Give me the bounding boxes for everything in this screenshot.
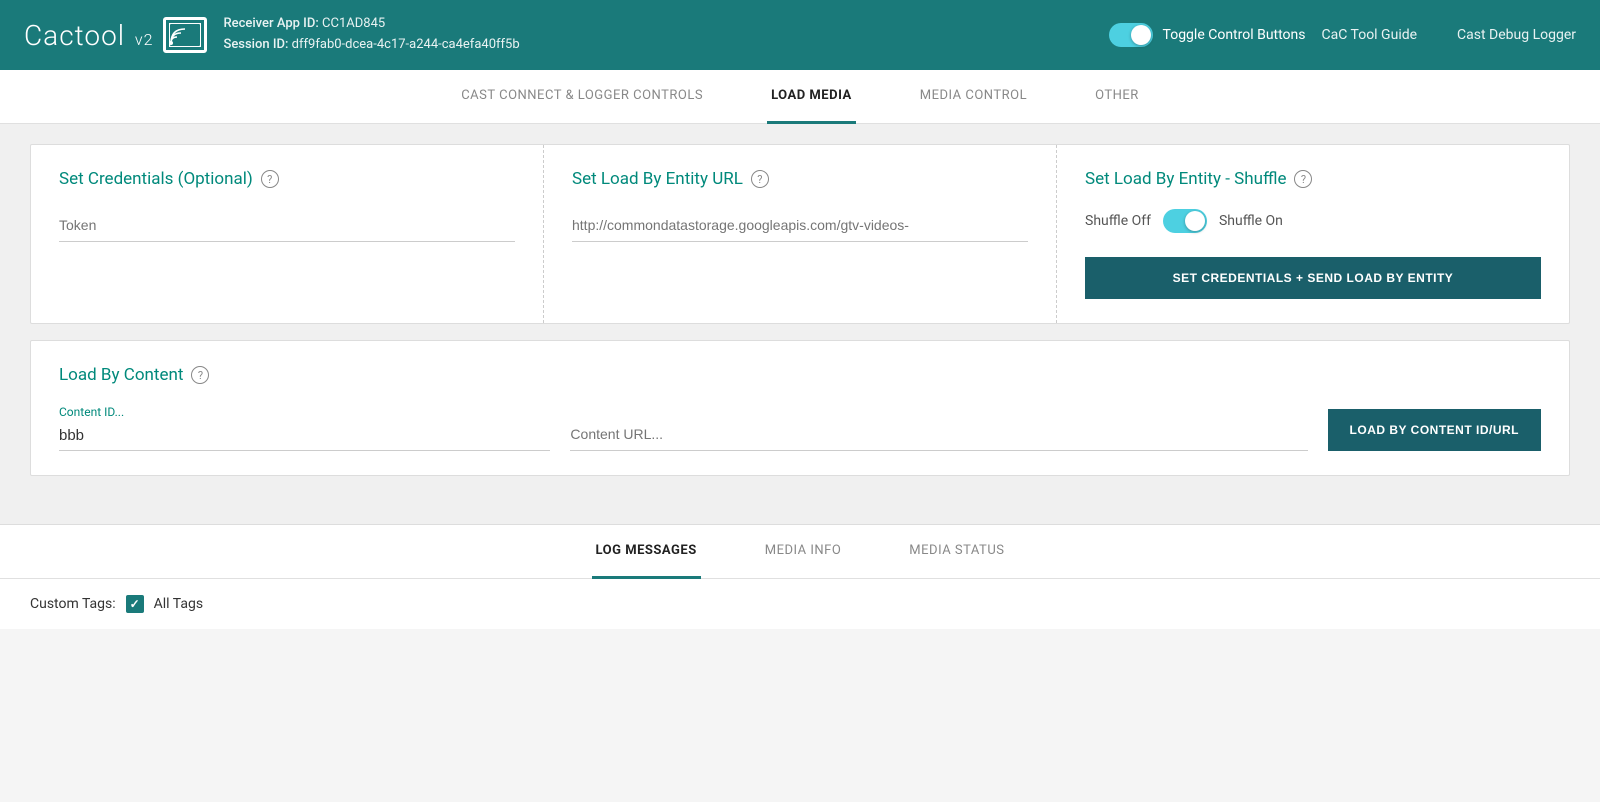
toggle-label: Toggle Control Buttons [1163, 27, 1306, 43]
tab-media-control[interactable]: MEDIA CONTROL [916, 70, 1031, 124]
set-credentials-send-load-button[interactable]: SET CREDENTIALS + SEND LOAD BY ENTITY [1085, 257, 1541, 299]
entity-url-help-icon[interactable]: ? [751, 170, 769, 188]
session-info: Receiver App ID: CC1AD845 Session ID: df… [223, 14, 1092, 56]
toggle-control-buttons[interactable] [1109, 23, 1153, 47]
entity-shuffle-panel: Set Load By Entity - Shuffle ? Shuffle O… [1057, 145, 1569, 323]
entity-url-input[interactable] [572, 209, 1028, 242]
content-id-group: Content ID... [59, 405, 550, 451]
entity-url-panel: Set Load By Entity URL ? [544, 145, 1057, 323]
all-tags-checkbox[interactable] [126, 595, 144, 613]
tab-other[interactable]: OTHER [1091, 70, 1143, 124]
tab-cast-connect[interactable]: CAST CONNECT & LOGGER CONTROLS [457, 70, 707, 124]
load-content-title: Load By Content ? [59, 365, 1541, 385]
token-input[interactable] [59, 209, 515, 242]
load-content-help-icon[interactable]: ? [191, 366, 209, 384]
shuffle-toggle[interactable] [1163, 209, 1207, 233]
entity-shuffle-help-icon[interactable]: ? [1294, 170, 1312, 188]
main-content: Set Credentials (Optional) ? Set Load By… [0, 124, 1600, 524]
tab-media-status[interactable]: MEDIA STATUS [905, 525, 1008, 579]
toggle-area: Toggle Control Buttons [1109, 23, 1306, 47]
entity-shuffle-title: Set Load By Entity - Shuffle ? [1085, 169, 1541, 189]
credentials-title: Set Credentials (Optional) ? [59, 169, 515, 189]
content-id-input[interactable] [59, 421, 550, 451]
tab-load-media[interactable]: LOAD MEDIA [767, 70, 856, 124]
shuffle-row: Shuffle Off Shuffle On [1085, 209, 1541, 233]
cast-debug-logger-link[interactable]: Cast Debug Logger [1457, 27, 1576, 43]
content-url-input[interactable] [570, 418, 1307, 451]
tab-log-messages[interactable]: LOG MESSAGES [592, 525, 701, 579]
header-links: CaC Tool Guide Cast Debug Logger [1322, 27, 1577, 43]
content-id-label: Content ID... [59, 405, 550, 419]
shuffle-off-label: Shuffle Off [1085, 213, 1151, 229]
header: Cactool v2 Receiver App ID: CC1AD845 Ses… [0, 0, 1600, 70]
credentials-help-icon[interactable]: ? [261, 170, 279, 188]
load-content-panel: Load By Content ? Content ID... LOAD BY … [30, 340, 1570, 476]
panels-row: Set Credentials (Optional) ? Set Load By… [30, 144, 1570, 324]
logo-area: Cactool v2 [24, 17, 207, 53]
credentials-panel: Set Credentials (Optional) ? [31, 145, 544, 323]
cast-icon [163, 17, 207, 53]
custom-tags-bar: Custom Tags: All Tags [0, 579, 1600, 629]
nav-tabs: CAST CONNECT & LOGGER CONTROLS LOAD MEDI… [0, 70, 1600, 124]
shuffle-on-label: Shuffle On [1219, 213, 1283, 229]
bottom-tabs: LOG MESSAGES MEDIA INFO MEDIA STATUS [0, 525, 1600, 579]
load-row: Content ID... LOAD BY CONTENT ID/URL [59, 405, 1541, 451]
cac-tool-guide-link[interactable]: CaC Tool Guide [1322, 27, 1418, 43]
logo-text: Cactool v2 [24, 19, 153, 52]
custom-tags-label: Custom Tags: [30, 596, 116, 612]
tab-media-info[interactable]: MEDIA INFO [761, 525, 846, 579]
load-by-content-button[interactable]: LOAD BY CONTENT ID/URL [1328, 409, 1541, 451]
bottom-section: LOG MESSAGES MEDIA INFO MEDIA STATUS Cus… [0, 524, 1600, 629]
entity-url-title: Set Load By Entity URL ? [572, 169, 1028, 189]
all-tags-label: All Tags [154, 596, 203, 612]
